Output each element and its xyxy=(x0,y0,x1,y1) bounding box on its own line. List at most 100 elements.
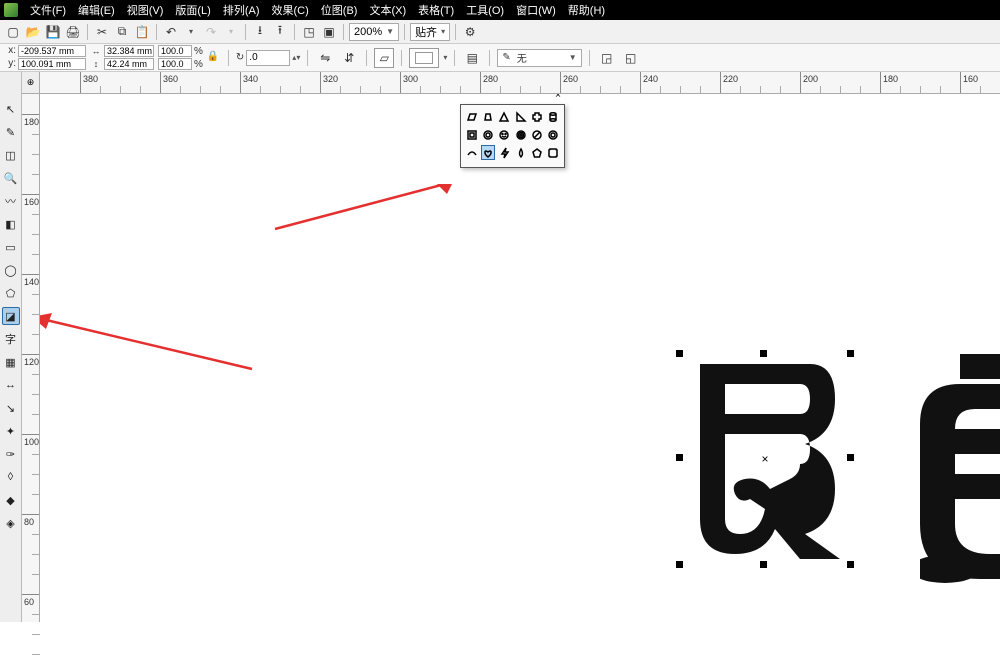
toolbox: ↖ ✎ ◫ 🔍 〰 ◧ ▭ ◯ ⬠ ◪ 字 ▦ ↔ ↘ ✦ ✑ ◊ ◆ ◈ xyxy=(0,72,22,622)
shape-lightning-icon[interactable] xyxy=(498,145,511,160)
print-icon[interactable]: 🖨 xyxy=(64,23,82,41)
menu-text[interactable]: 文本(X) xyxy=(369,2,406,18)
menu-tools[interactable]: 工具(O) xyxy=(466,2,504,18)
eyedropper-tool-icon[interactable]: ✑ xyxy=(2,445,20,463)
menu-file[interactable]: 文件(F) xyxy=(30,2,66,18)
options-icon[interactable]: ⚙ xyxy=(461,23,479,41)
menu-view[interactable]: 视图(V) xyxy=(127,2,164,18)
mirror-v-icon[interactable]: ⇵ xyxy=(339,48,359,68)
import-icon[interactable]: ⭳ xyxy=(251,23,269,41)
scale-y-input[interactable] xyxy=(158,58,192,70)
zoom-value: 200% xyxy=(354,26,382,38)
menu-bitmap[interactable]: 位图(B) xyxy=(321,2,358,18)
basic-shapes-tool-icon[interactable]: ◪ xyxy=(2,307,20,325)
shape-cylinder-icon[interactable] xyxy=(547,109,560,124)
shape-trapezoid-icon[interactable] xyxy=(481,109,494,124)
new-icon[interactable]: ▢ xyxy=(4,23,22,41)
outline-tool-icon[interactable]: ◊ xyxy=(2,468,20,486)
outline-label: 无 xyxy=(517,50,527,65)
shape-target-icon[interactable] xyxy=(547,127,560,142)
fill-swatch[interactable] xyxy=(409,48,439,68)
to-back-icon[interactable]: ◱ xyxy=(621,48,641,68)
menu-window[interactable]: 窗口(W) xyxy=(516,2,556,18)
workspace: ↖ ✎ ◫ 🔍 〰 ◧ ▭ ◯ ⬠ ◪ 字 ▦ ↔ ↘ ✦ ✑ ◊ ◆ ◈ ⊕ … xyxy=(0,72,1000,622)
welcome-icon[interactable]: ▣ xyxy=(320,23,338,41)
shape-triangle-icon[interactable] xyxy=(498,109,511,124)
shape-arc-icon[interactable] xyxy=(465,145,478,160)
interactive-fill-icon[interactable]: ◈ xyxy=(2,514,20,532)
shape-cross-icon[interactable] xyxy=(530,109,543,124)
app-launcher-icon[interactable]: ◳ xyxy=(300,23,318,41)
cut-icon[interactable]: ✂ xyxy=(93,23,111,41)
chevron-down-icon: ▼ xyxy=(386,27,394,36)
scale-x-input[interactable] xyxy=(158,45,192,57)
menu-effects[interactable]: 效果(C) xyxy=(272,2,309,18)
width-input[interactable] xyxy=(104,45,154,57)
y-input[interactable] xyxy=(18,58,86,70)
zoom-select[interactable]: 200% ▼ xyxy=(349,23,399,41)
menu-help[interactable]: 帮助(H) xyxy=(568,2,605,18)
menu-layout[interactable]: 版面(L) xyxy=(175,2,210,18)
ruler-origin-icon[interactable]: ⊕ xyxy=(22,72,40,94)
shape-pentagon-icon[interactable] xyxy=(531,145,544,160)
shape-parallelogram-icon[interactable]: ▱ xyxy=(374,48,394,68)
shape-parallelogram-icon[interactable] xyxy=(465,109,478,124)
mirror-h-icon[interactable]: ⇋ xyxy=(315,48,335,68)
vertical-ruler[interactable]: 1801601401201008060 xyxy=(22,94,40,622)
to-front-icon[interactable]: ◲ xyxy=(597,48,617,68)
shape-plaque-icon[interactable] xyxy=(547,145,560,160)
horizontal-ruler[interactable]: 380360340320300280260240220200180160 xyxy=(40,72,1000,94)
shape-right-triangle-icon[interactable] xyxy=(514,109,527,124)
ellipse-tool-icon[interactable]: ◯ xyxy=(2,261,20,279)
export-icon[interactable]: ⭱ xyxy=(271,23,289,41)
dimension-tool-icon[interactable]: ↔ xyxy=(2,376,20,394)
undo-dropdown[interactable]: ▾ xyxy=(182,23,200,41)
x-label: x: xyxy=(4,46,16,56)
menu-arrange[interactable]: 排列(A) xyxy=(223,2,260,18)
drawing-canvas[interactable]: × xyxy=(40,94,1000,622)
copy-icon[interactable]: ⧉ xyxy=(113,23,131,41)
x-input[interactable] xyxy=(18,45,86,57)
shape-spiral-icon[interactable] xyxy=(514,127,527,142)
shape-frame-icon[interactable] xyxy=(465,127,478,142)
undo-icon[interactable]: ↶ xyxy=(162,23,180,41)
interactive-tool-icon[interactable]: ✦ xyxy=(2,422,20,440)
menubar: 文件(F) 编辑(E) 视图(V) 版面(L) 排列(A) 效果(C) 位图(B… xyxy=(0,0,1000,20)
shape-smiley-icon[interactable] xyxy=(498,127,511,142)
open-icon[interactable]: 📂 xyxy=(24,23,42,41)
text-tool-icon[interactable]: 字 xyxy=(2,330,20,348)
shape-tool-icon[interactable]: ✎ xyxy=(2,123,20,141)
shape-drop-icon[interactable] xyxy=(514,145,527,160)
smart-fill-icon[interactable]: ◧ xyxy=(2,215,20,233)
basic-shapes-flyout: × xyxy=(460,104,565,168)
rotation-input[interactable] xyxy=(246,50,290,66)
chevron-down-icon[interactable]: ▾ xyxy=(443,53,447,62)
outline-width-select[interactable]: ✎ 无 ▼ xyxy=(497,49,581,67)
height-input[interactable] xyxy=(104,58,154,70)
fill-tool-icon[interactable]: ◆ xyxy=(2,491,20,509)
spinner-icon[interactable]: ▴▾ xyxy=(292,53,300,62)
freehand-tool-icon[interactable]: 〰 xyxy=(2,192,20,210)
chevron-down-icon: ▾ xyxy=(441,27,445,36)
pick-tool-icon[interactable]: ↖ xyxy=(2,100,20,118)
save-icon[interactable]: 💾 xyxy=(44,23,62,41)
snap-select[interactable]: 贴齐 ▾ xyxy=(410,23,450,41)
polygon-tool-icon[interactable]: ⬠ xyxy=(2,284,20,302)
redo-dropdown[interactable]: ▾ xyxy=(222,23,240,41)
redo-icon[interactable]: ↷ xyxy=(202,23,220,41)
menu-edit[interactable]: 编辑(E) xyxy=(78,2,115,18)
connector-tool-icon[interactable]: ↘ xyxy=(2,399,20,417)
paste-icon[interactable]: 📋 xyxy=(133,23,151,41)
selected-object[interactable]: × xyxy=(680,354,850,564)
crop-tool-icon[interactable]: ◫ xyxy=(2,146,20,164)
shape-no-icon[interactable] xyxy=(530,127,543,142)
close-icon[interactable]: × xyxy=(555,94,561,101)
rectangle-tool-icon[interactable]: ▭ xyxy=(2,238,20,256)
shape-heart-icon[interactable] xyxy=(481,145,495,160)
table-tool-icon[interactable]: ▦ xyxy=(2,353,20,371)
lock-ratio-icon[interactable]: 🔒 xyxy=(207,51,221,65)
shape-ring-icon[interactable] xyxy=(481,127,494,142)
menu-table[interactable]: 表格(T) xyxy=(418,2,454,18)
zoom-tool-icon[interactable]: 🔍 xyxy=(2,169,20,187)
wrap-text-icon[interactable]: ▤ xyxy=(462,48,482,68)
